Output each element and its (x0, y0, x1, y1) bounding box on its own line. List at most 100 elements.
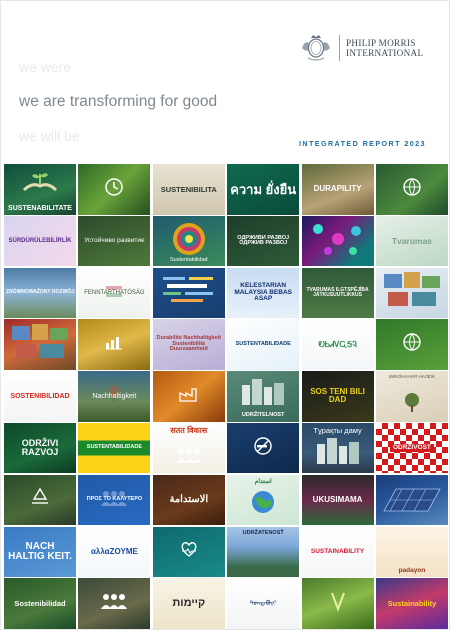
recycle-icon (28, 487, 52, 514)
tile-label: ВИКОНАННЯ НАЛЕЖ (388, 374, 435, 380)
mosaic-tile (301, 578, 374, 629)
logo-line-1: PHILIP MORRIS (346, 38, 416, 48)
mosaic-tile: Sostenibilidad (4, 578, 76, 629)
mosaic-tile: Sustentabilidad (152, 215, 225, 267)
mosaic-tile: ᠲᠣᠭᠲᠠᠪᠤᠷᠢ (227, 578, 300, 629)
mosaic-tile: استدام (227, 474, 300, 526)
mosaic-tile (227, 422, 300, 474)
collage-icon (10, 322, 70, 367)
mosaic-tile (152, 526, 225, 578)
tile-label: UDRŽATENOSŤ (242, 529, 284, 536)
report-title: INTEGRATED REPORT 2023 (299, 139, 426, 148)
mosaic-tile: Nachhaltigkeit (78, 371, 151, 422)
mosaic-tile: Sustainability (375, 578, 448, 629)
tile-label: SUSTENTABILIDADE (235, 340, 291, 347)
mosaic-tile: TVARUMAS ILGTSPĒJĪBA JÄTKUSUUTLIKKUS (301, 267, 374, 319)
tile-label: UDRŽITELNOST (241, 412, 285, 419)
tile-label: SUSTENTABILIDADE (86, 444, 142, 451)
mosaic-tile: קיימות (152, 578, 225, 629)
mosaic-tile: padayon (375, 526, 448, 578)
mosaic-tile: ODRŽIVOST (375, 422, 448, 474)
mosaic-tile: SUSTENABILITATE (4, 164, 76, 215)
city-icon (313, 434, 363, 469)
mosaic-tile: ΠΡΟΣ ΤΟ ΚΑΛΥΤΕΡΟ (78, 474, 151, 526)
mosaic-tile (152, 371, 225, 422)
factory-icon (178, 385, 200, 408)
mosaic-tile: UKUSIMAMA (301, 474, 374, 526)
tile-label: SUSTAINABILITY (310, 547, 365, 555)
tile-label: SUSTENIBILITA (160, 184, 217, 194)
mosaic-tile: SUSTAINABILITY (301, 526, 374, 578)
tile-label: ᎧᏏᏗᏙᏩᎦᎸ (318, 339, 357, 349)
mosaic-tile: SOS TENI BILI DAD (301, 371, 374, 422)
mosaic-tile (375, 267, 448, 319)
pmi-crest-icon (302, 35, 330, 61)
tile-label: Устойчиво развитие (84, 236, 145, 244)
mosaic-tile (375, 319, 448, 370)
tile-label: DURAPILITY (313, 184, 362, 194)
clock-icon (104, 177, 124, 202)
mosaic-tile: FENNTARTHATÓSÁG (78, 267, 151, 319)
mosaic-tile (301, 215, 374, 267)
tile-label: Tvarumas (391, 235, 433, 246)
mosaic-tile: ความ ยั่งยืน (227, 164, 300, 215)
tile-label: SÜRDÜRÜLEBİLİRLİK (8, 238, 72, 245)
mosaic-tile: SÜRDÜRÜLEBİLİRLİK (4, 215, 76, 267)
tile-label: Тұрақты даму (313, 425, 362, 435)
solar-panels-icon (382, 483, 442, 518)
mosaic-tile: Durabilité Nachhaltigkeit Sostenibilità … (152, 319, 225, 370)
tile-label: ความ ยั่งยืน (230, 181, 297, 197)
lights-icon (308, 219, 368, 264)
mosaic-tile (4, 319, 76, 370)
mosaic-tile: Tvarumas (375, 215, 448, 267)
tagline-present: we are transforming for good (19, 93, 218, 110)
mosaic-tile: SUSTENTABILIDADE (227, 319, 300, 370)
hands-plant-icon (20, 168, 60, 201)
tile-label: FENNTARTHATÓSÁG (84, 289, 145, 296)
globe-icon (249, 488, 277, 521)
mosaic-tile (375, 474, 448, 526)
mosaic-tile: Устойчиво развитие (78, 215, 151, 267)
mosaic-tile: ОДРЖИВИ РАЗВОЈ ОДРЖИВ РАЗВОЈ (227, 215, 300, 267)
tile-label: SOS TENI BILI DAD (310, 387, 365, 405)
tile-label: SUSTENABILITATE (8, 204, 72, 212)
mosaic-tile: ᎧᏏᏗᏙᏩᎦᎸ (301, 319, 374, 370)
tile-label: KELESTARIAN MALAYSIA BEBAS ASAP (234, 282, 292, 303)
tile-label: الاستدامة (169, 494, 209, 506)
logo-wordmark: PHILIP MORRIS INTERNATIONAL (346, 38, 423, 58)
tile-label: ZRÓWNOWAŻONY ROZWÓJ (6, 289, 74, 296)
mosaic-tile: NACH HALTIG KEIT. (4, 526, 76, 578)
tile-label: Sustainability (387, 598, 437, 608)
mosaic-tile: सतत विकास (152, 422, 225, 474)
chevron-icon (329, 590, 347, 617)
tile-label: NACH HALTIG KEIT. (8, 540, 72, 562)
tile-label: ᠲᠣᠭᠲᠠᠪᠤᠷᠢ (249, 600, 277, 607)
logo-line-2: INTERNATIONAL (346, 48, 424, 58)
mosaic-tile (78, 164, 151, 215)
tagline-past: we were (19, 59, 72, 75)
mosaic-tile: SUSTENTABILIDADE (78, 422, 151, 474)
heart-hands-icon (178, 539, 200, 564)
chart-icon (105, 334, 123, 355)
mosaic-tile (375, 164, 448, 215)
mosaic-tile: Тұрақты даму (301, 422, 374, 474)
report-cover: PHILIP MORRIS INTERNATIONAL we were we a… (0, 0, 450, 630)
tile-label: padayon (398, 566, 426, 574)
logo-divider (339, 35, 340, 61)
mosaic-tile: DURAPILITY (301, 164, 374, 215)
mosaic-tile: الاستدامة (152, 474, 225, 526)
tile-label: קיימות (172, 597, 206, 610)
mosaic-tile: αλλαΖΟΥΜΕ (78, 526, 151, 578)
tile-label: Durabilité Nachhaltigkeit Sostenibilità … (156, 335, 222, 353)
mosaic-tile (78, 319, 151, 370)
mosaic-tile: UDRŽITELNOST (227, 371, 300, 422)
sustainability-mosaic: SUSTENABILITATE SUSTENIBILITA ความ ยั่งยืน… (4, 164, 448, 629)
mosaic-tile: ВИКОНАННЯ НАЛЕЖ (375, 371, 448, 422)
mosaic-tile: SUSTENIBILITA (152, 164, 225, 215)
collage-icon (382, 270, 442, 315)
people-icon (174, 446, 204, 469)
mosaic-tile: UDRŽATENOSŤ (227, 526, 300, 578)
city-icon (238, 375, 288, 410)
tile-label: استدام (254, 478, 272, 485)
tile-label: UKUSIMAMA (312, 495, 363, 505)
